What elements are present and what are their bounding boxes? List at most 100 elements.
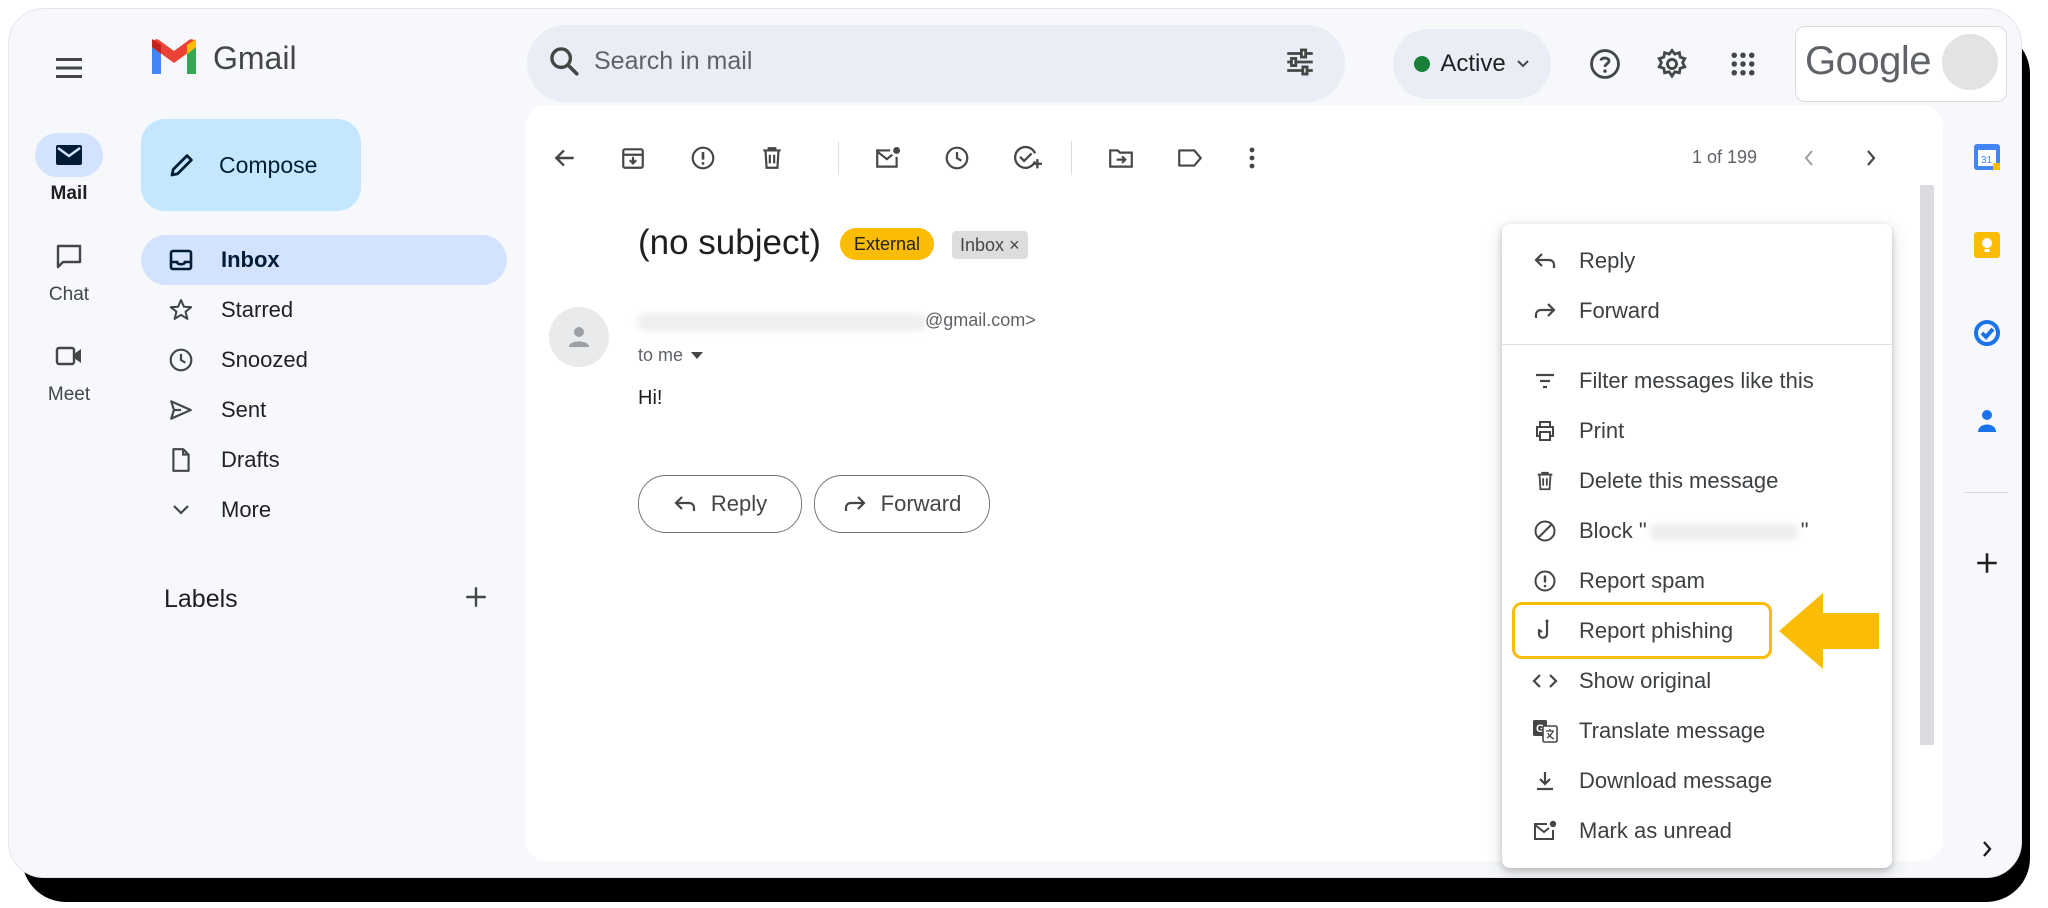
reply-label: Reply bbox=[710, 491, 768, 516]
search-icon[interactable] bbox=[547, 44, 581, 78]
menu-item-label: Show original bbox=[1579, 668, 1712, 693]
draft-icon bbox=[172, 448, 190, 472]
sidebar-item-sent[interactable]: Sent bbox=[141, 385, 507, 435]
sidebar-item-inbox[interactable]: Inbox bbox=[141, 235, 507, 285]
recipient-label: to me bbox=[638, 345, 684, 365]
sidebar-item-more[interactable]: More bbox=[141, 485, 507, 535]
snooze-icon bbox=[945, 146, 969, 170]
menu-item-label: Download message bbox=[1579, 768, 1773, 793]
report-spam-icon bbox=[1534, 570, 1556, 592]
back-button[interactable] bbox=[545, 138, 585, 178]
delete-button[interactable] bbox=[752, 138, 792, 178]
app-name: Gmail bbox=[213, 39, 297, 76]
add-task-button[interactable] bbox=[1007, 138, 1047, 178]
move-to-button[interactable] bbox=[1101, 138, 1141, 178]
sidebar-item-label: More bbox=[221, 497, 272, 522]
menu-item-label: Reply bbox=[1579, 248, 1636, 273]
mail-icon bbox=[56, 145, 82, 165]
mark-unread-button[interactable] bbox=[868, 138, 908, 178]
menu-item-forward[interactable]: Forward bbox=[1502, 286, 1892, 336]
get-addons-button[interactable] bbox=[1969, 545, 2005, 581]
forward-button[interactable]: Forward bbox=[814, 475, 990, 533]
sidebar-item-label: Snoozed bbox=[221, 347, 308, 372]
help-icon bbox=[1590, 49, 1620, 79]
rail-item-chat[interactable]: Chat bbox=[21, 234, 117, 306]
inbox-icon bbox=[169, 249, 193, 271]
menu-item-filter[interactable]: Filter messages like this bbox=[1502, 356, 1892, 406]
recipient-details[interactable]: to me bbox=[638, 345, 704, 366]
menu-item-reply[interactable]: Reply bbox=[1502, 236, 1892, 286]
menu-item-block[interactable]: Block " " bbox=[1502, 506, 1892, 556]
left-arrow-icon bbox=[1779, 593, 1879, 669]
add-task-icon bbox=[1013, 145, 1042, 169]
sidebar-item-label: Sent bbox=[221, 397, 267, 422]
archive-icon bbox=[622, 148, 644, 169]
side-panel-divider bbox=[1965, 492, 2009, 493]
labels-heading: Labels bbox=[164, 585, 238, 613]
report-spam-icon bbox=[691, 146, 715, 170]
add-label-button[interactable] bbox=[463, 584, 489, 610]
status-dot bbox=[1414, 56, 1431, 72]
keep-icon bbox=[1974, 232, 2000, 258]
sidebar-item-label: Drafts bbox=[221, 447, 280, 472]
sender-avatar[interactable] bbox=[549, 307, 609, 367]
report-spam-button[interactable] bbox=[683, 138, 723, 178]
add-icon bbox=[1977, 553, 1997, 573]
archive-button[interactable] bbox=[613, 138, 653, 178]
reply-button[interactable]: Reply bbox=[638, 475, 802, 533]
compose-button[interactable]: Compose bbox=[141, 119, 361, 211]
contacts-app-button[interactable] bbox=[1969, 403, 2005, 439]
sidebar-item-drafts[interactable]: Drafts bbox=[141, 435, 507, 485]
caret-down-icon bbox=[691, 351, 704, 359]
external-badge: External bbox=[840, 228, 935, 260]
menu-item-label: Delete this message bbox=[1579, 468, 1779, 493]
menu-item-download[interactable]: Download message bbox=[1502, 756, 1892, 806]
sender-name-redacted bbox=[637, 313, 927, 331]
newer-button[interactable] bbox=[1789, 138, 1829, 178]
settings-button[interactable] bbox=[1648, 40, 1696, 88]
help-button[interactable] bbox=[1581, 40, 1629, 88]
show-side-panel-button[interactable] bbox=[1969, 831, 2005, 867]
rail-item-meet[interactable]: Meet bbox=[21, 334, 117, 406]
download-icon bbox=[1537, 772, 1553, 791]
gmail-logo[interactable]: Gmail bbox=[149, 39, 297, 77]
menu-item-delete[interactable]: Delete this message bbox=[1502, 456, 1892, 506]
snooze-button[interactable] bbox=[937, 138, 977, 178]
scrollbar[interactable] bbox=[1920, 185, 1934, 745]
newer-icon bbox=[1804, 150, 1813, 166]
menu-item-translate[interactable]: G Translate message bbox=[1502, 706, 1892, 756]
main-menu-button[interactable] bbox=[45, 44, 93, 92]
older-button[interactable] bbox=[1851, 138, 1891, 178]
calendar-app-button[interactable]: 31 bbox=[1969, 139, 2005, 175]
blocked-sender-redacted bbox=[1648, 524, 1799, 541]
avatar[interactable] bbox=[1942, 34, 1998, 90]
menu-item-mark-unread[interactable]: Mark as unread bbox=[1502, 806, 1892, 856]
remove-label-icon[interactable]: × bbox=[1009, 235, 1020, 255]
status-selector[interactable]: Active bbox=[1393, 29, 1551, 99]
sidebar-item-starred[interactable]: Starred bbox=[141, 285, 507, 335]
pagination-count: 1 of 199 bbox=[1692, 147, 1758, 167]
more-actions-button[interactable] bbox=[1232, 138, 1272, 178]
block-label-prefix: Block " bbox=[1579, 518, 1647, 543]
calendar-icon: 31 bbox=[1974, 144, 2000, 170]
tasks-app-button[interactable] bbox=[1969, 315, 2005, 351]
hamburger-icon bbox=[56, 58, 82, 78]
rail-label: Meet bbox=[47, 384, 91, 405]
label-button[interactable] bbox=[1170, 138, 1210, 178]
menu-item-print[interactable]: Print bbox=[1502, 406, 1892, 456]
keep-app-button[interactable] bbox=[1969, 227, 2005, 263]
contacts-icon bbox=[1978, 410, 1996, 432]
search-options-icon[interactable] bbox=[1283, 45, 1317, 79]
status-label: Active bbox=[1440, 50, 1506, 77]
gmail-m-icon bbox=[152, 39, 196, 74]
move-to-icon bbox=[1109, 149, 1133, 168]
inbox-label-chip[interactable]: Inbox × bbox=[952, 231, 1028, 259]
send-icon bbox=[170, 400, 192, 420]
search-input[interactable]: Search in mail bbox=[594, 47, 752, 76]
reply-icon bbox=[674, 496, 695, 511]
sidebar-item-snoozed[interactable]: Snoozed bbox=[141, 335, 507, 385]
rail-item-mail[interactable]: Mail bbox=[21, 133, 117, 205]
gear-icon bbox=[1657, 48, 1687, 79]
tasks-icon bbox=[1974, 320, 2000, 346]
apps-button[interactable] bbox=[1719, 40, 1767, 88]
